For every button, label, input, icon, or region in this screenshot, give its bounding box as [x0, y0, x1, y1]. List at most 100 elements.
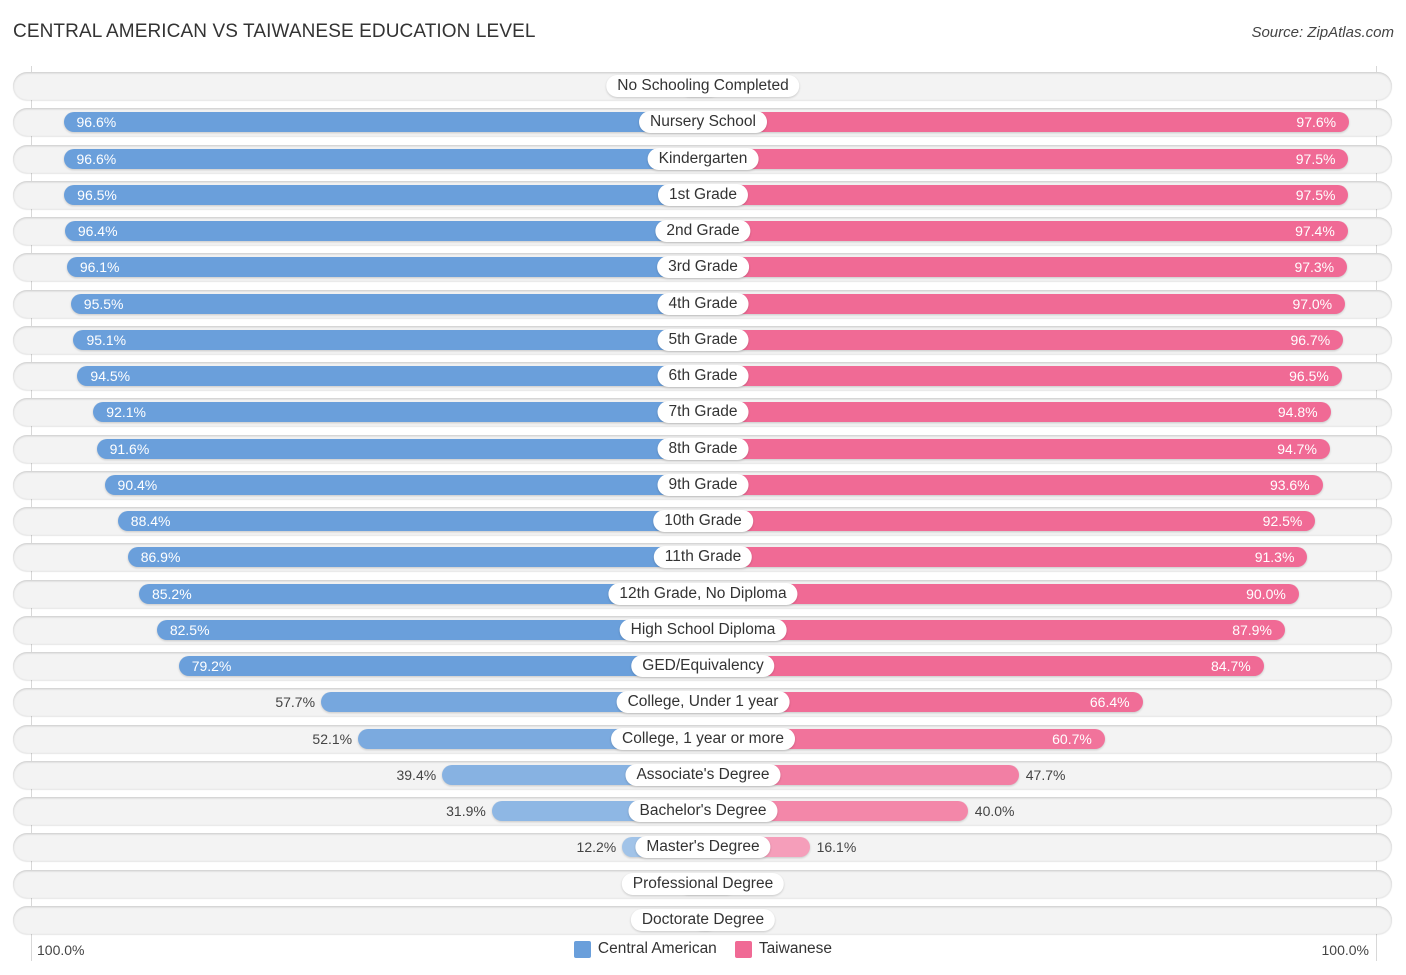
category-label: 4th Grade: [657, 292, 749, 315]
bar-taiwanese: [703, 619, 1285, 640]
category-label: 9th Grade: [657, 473, 749, 496]
category-label: 7th Grade: [657, 401, 749, 424]
category-label: Bachelor's Degree: [628, 800, 778, 822]
value-label-central-american: 96.6%: [76, 150, 117, 167]
value-label-taiwanese: 93.6%: [1269, 476, 1310, 493]
bar-taiwanese: [703, 293, 1346, 314]
legend-swatch-central-american: [573, 940, 591, 958]
category-label: 8th Grade: [657, 437, 749, 460]
category-label: Associate's Degree: [625, 763, 781, 786]
bar-taiwanese: [703, 257, 1348, 278]
category-label: Kindergarten: [647, 147, 759, 170]
bar-taiwanese: [703, 148, 1349, 169]
value-label-central-american: 96.1%: [79, 259, 120, 276]
legend-label: Taiwanese: [758, 940, 833, 957]
category-label: Doctorate Degree: [630, 908, 776, 931]
category-label: 12th Grade, No Diploma: [608, 582, 798, 605]
category-label: College, Under 1 year: [616, 691, 790, 714]
bar-central-american: [127, 547, 703, 568]
bar-taiwanese: [703, 329, 1344, 350]
category-label: 1st Grade: [657, 183, 749, 206]
value-label-central-american: 31.9%: [446, 803, 486, 819]
value-label-central-american: 88.4%: [130, 513, 171, 529]
category-label: Professional Degree: [621, 872, 785, 895]
bar-taiwanese: [703, 474, 1323, 495]
value-label-central-american: 39.4%: [396, 766, 437, 783]
value-label-taiwanese: 60.7%: [1052, 730, 1092, 747]
value-label-taiwanese: 97.4%: [1295, 223, 1335, 239]
value-label-taiwanese: 90.0%: [1246, 585, 1286, 602]
value-label-taiwanese: 97.5%: [1295, 186, 1336, 203]
category-label: 6th Grade: [657, 365, 749, 387]
bar-taiwanese: [703, 184, 1349, 205]
value-label-taiwanese: 16.1%: [816, 839, 857, 856]
bar-taiwanese: [703, 221, 1348, 241]
value-label-central-american: 96.5%: [77, 186, 117, 203]
legend-item-taiwanese[interactable]: Taiwanese: [734, 940, 833, 958]
category-label: Master's Degree: [635, 836, 771, 859]
value-label-taiwanese: 66.4%: [1089, 694, 1130, 711]
value-label-central-american: 96.4%: [77, 223, 118, 239]
value-label-central-american: 57.7%: [275, 694, 316, 711]
bar-central-american: [77, 366, 703, 386]
legend-label: Central American: [597, 940, 717, 957]
chart-rows: 3.4%2.5%No Schooling Completed96.6%97.6%…: [0, 0, 1406, 975]
category-label: 3rd Grade: [657, 256, 749, 279]
value-label-taiwanese: 97.0%: [1292, 295, 1333, 312]
bar-central-american: [73, 329, 703, 350]
bar-taiwanese: [703, 366, 1342, 386]
category-label: 10th Grade: [653, 510, 753, 532]
value-label-central-american: 52.1%: [312, 730, 353, 747]
value-label-taiwanese: 97.5%: [1295, 150, 1336, 167]
bar-central-american: [66, 257, 703, 278]
bar-central-american: [96, 438, 703, 459]
bar-taiwanese: [703, 438, 1330, 459]
value-label-taiwanese: 94.7%: [1277, 440, 1317, 457]
value-label-taiwanese: 92.5%: [1262, 513, 1303, 529]
bar-central-american: [178, 656, 703, 676]
value-label-central-american: 85.2%: [151, 585, 192, 602]
bar-taiwanese: [703, 547, 1308, 568]
bar-taiwanese: [703, 656, 1264, 676]
value-label-taiwanese: 97.3%: [1294, 259, 1335, 276]
bar-central-american: [93, 402, 703, 423]
bar-central-american: [63, 112, 703, 133]
bar-central-american: [117, 511, 703, 531]
bar-central-american: [64, 184, 703, 205]
category-label: 5th Grade: [657, 328, 749, 351]
category-label: GED/Equivalency: [631, 655, 775, 677]
legend-swatch-taiwanese: [734, 940, 752, 958]
bar-central-american: [70, 293, 703, 314]
value-label-central-american: 95.1%: [86, 331, 127, 348]
value-label-central-american: 94.5%: [90, 368, 131, 384]
bar-taiwanese: [703, 112, 1350, 133]
value-label-taiwanese: 47.7%: [1025, 766, 1066, 783]
category-label: No Schooling Completed: [606, 75, 800, 97]
value-label-central-american: 92.1%: [106, 404, 146, 421]
value-label-taiwanese: 91.3%: [1254, 549, 1295, 566]
value-label-taiwanese: 87.9%: [1232, 621, 1272, 638]
value-label-central-american: 86.9%: [140, 549, 181, 566]
category-label: 2nd Grade: [655, 220, 751, 242]
bar-central-american: [64, 221, 703, 241]
bar-taiwanese: [703, 511, 1316, 531]
value-label-taiwanese: 96.5%: [1289, 368, 1329, 384]
category-label: College, 1 year or more: [611, 727, 795, 750]
bar-central-american: [63, 148, 703, 169]
value-label-central-american: 96.6%: [76, 114, 117, 131]
category-label: High School Diploma: [619, 618, 787, 641]
value-label-taiwanese: 97.6%: [1296, 114, 1337, 131]
value-label-central-american: 91.6%: [109, 440, 150, 457]
legend-item-central-american[interactable]: Central American: [573, 940, 717, 958]
value-label-taiwanese: 94.8%: [1277, 404, 1318, 421]
legend: Central American Taiwanese: [0, 940, 1406, 958]
category-label: Nursery School: [639, 111, 767, 134]
bar-taiwanese: [703, 402, 1331, 423]
value-label-central-american: 95.5%: [83, 295, 124, 312]
value-label-central-american: 12.2%: [576, 839, 617, 856]
value-label-central-american: 79.2%: [191, 658, 232, 674]
value-label-taiwanese: 40.0%: [974, 803, 1015, 819]
bar-central-american: [104, 474, 703, 495]
value-label-taiwanese: 84.7%: [1211, 658, 1251, 674]
category-label: 11th Grade: [653, 546, 753, 569]
